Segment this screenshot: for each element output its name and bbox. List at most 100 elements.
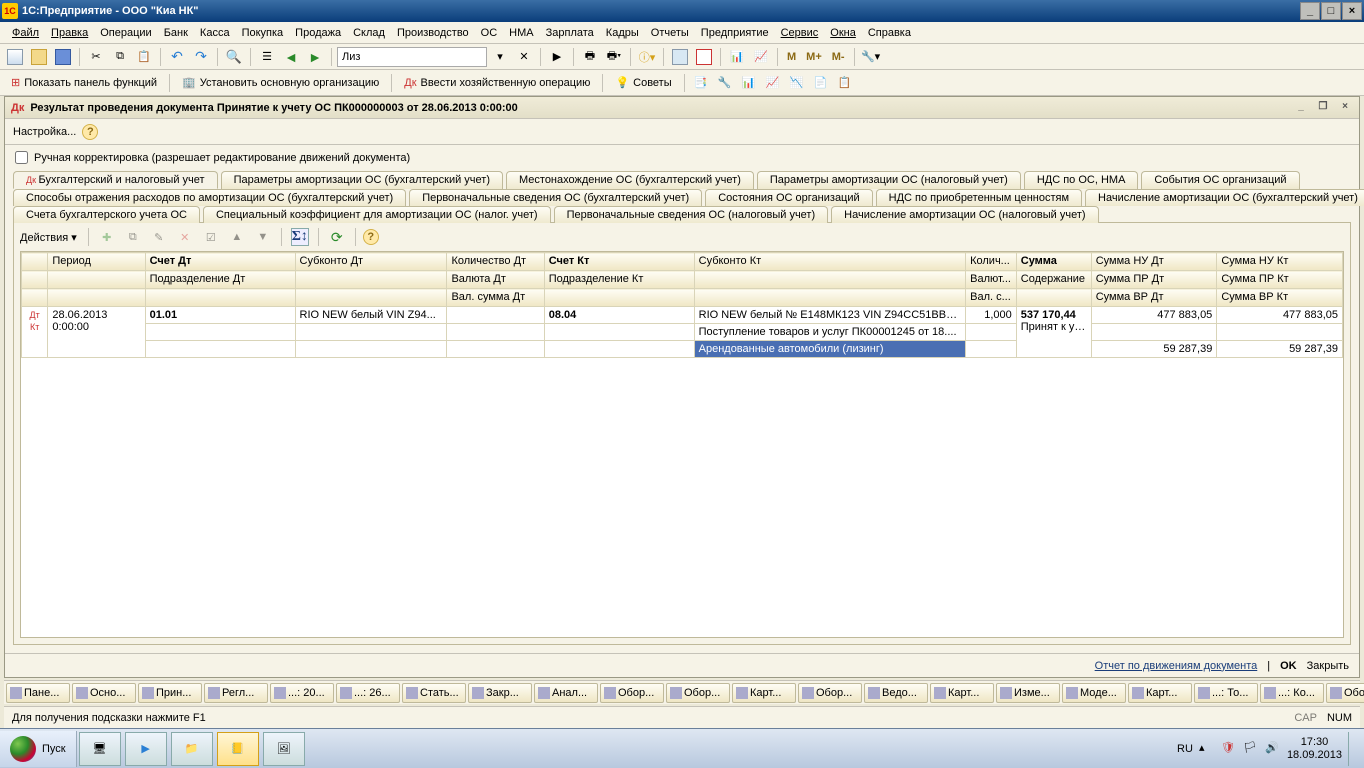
go-button[interactable]: ▶ <box>546 46 568 68</box>
wintab[interactable]: Обор... <box>666 683 730 703</box>
list-button[interactable]: ☰ <box>256 46 278 68</box>
info-button[interactable]: ⓘ▾ <box>636 46 658 68</box>
manual-edit-checkbox[interactable] <box>15 151 28 164</box>
extra-1-button[interactable]: 📑 <box>690 72 712 94</box>
wintab[interactable]: Регл... <box>204 683 268 703</box>
lang-indicator[interactable]: RU <box>1177 743 1193 755</box>
tray-up-icon[interactable]: ▴ <box>1199 741 1215 757</box>
tab-amort-calc-bu[interactable]: Начисление амортизации ОС (бухгалтерский… <box>1085 189 1364 206</box>
edit-row-button[interactable]: ✎ <box>148 226 170 248</box>
menu-edit[interactable]: Правка <box>45 25 94 41</box>
menu-bank[interactable]: Банк <box>158 25 194 41</box>
menu-windows[interactable]: Окна <box>824 25 862 41</box>
col-currency-kt[interactable]: Валют... <box>966 271 1017 289</box>
move-down-button[interactable]: ▼ <box>252 226 274 248</box>
show-panel-button[interactable]: ⊞Показать панель функций <box>4 72 164 94</box>
set-org-button[interactable]: 🏢Установить основную организацию <box>175 72 386 94</box>
col-acct-kt[interactable]: Счет Кт <box>544 253 694 271</box>
show-desktop-button[interactable] <box>1348 732 1356 766</box>
tips-button[interactable]: 💡Советы <box>608 72 678 94</box>
col-valsum-kt[interactable]: Вал. с... <box>966 289 1017 307</box>
menu-nma[interactable]: НМА <box>503 25 539 41</box>
settings-link[interactable]: Настройка... <box>13 126 76 138</box>
col-div-kt[interactable]: Подразделение Кт <box>544 271 694 289</box>
nav-back-button[interactable]: ◄ <box>280 46 302 68</box>
doc-minimize-button[interactable]: _ <box>1293 101 1309 115</box>
os-task-1c-active[interactable]: 📒 <box>217 732 259 766</box>
find-button[interactable]: 🔍 <box>223 46 245 68</box>
wintab[interactable]: Осно... <box>72 683 136 703</box>
help-icon[interactable]: ? <box>82 124 98 140</box>
menu-cash[interactable]: Касса <box>194 25 236 41</box>
new-doc-button[interactable] <box>4 46 26 68</box>
close-button[interactable]: × <box>1342 2 1362 20</box>
doc-close-button[interactable]: × <box>1337 101 1353 115</box>
move-up-button[interactable]: ▲ <box>226 226 248 248</box>
extra-7-button[interactable]: 📋 <box>834 72 856 94</box>
menu-service[interactable]: Сервис <box>775 25 825 41</box>
tab-expense-methods[interactable]: Способы отражения расходов по амортизаци… <box>13 189 406 206</box>
refresh-button[interactable]: ⟳ <box>326 226 348 248</box>
tab-accounting[interactable]: Дк Бухгалтерский и налоговый учет <box>13 171 218 189</box>
open-button[interactable] <box>28 46 50 68</box>
search-input[interactable] <box>337 47 487 67</box>
wintab[interactable]: Анал... <box>534 683 598 703</box>
search-clear-button[interactable]: ✕ <box>513 46 535 68</box>
wintab[interactable]: Обор... <box>600 683 664 703</box>
tab-initial-nu[interactable]: Первоначальные сведения ОС (налоговый уч… <box>554 206 829 223</box>
copy-button[interactable]: ⧉ <box>109 46 131 68</box>
tool-b-button[interactable]: 📈 <box>750 46 772 68</box>
col-pr-kt[interactable]: Сумма ПР Кт <box>1217 271 1343 289</box>
table-row[interactable]: Поступление товаров и услуг ПК00001245 о… <box>22 324 1343 341</box>
maximize-button[interactable]: □ <box>1321 2 1341 20</box>
tab-amort-params-bu[interactable]: Параметры амортизации ОС (бухгалтерский … <box>221 171 503 189</box>
wintab[interactable]: Прин... <box>138 683 202 703</box>
wrench-button[interactable]: 🔧▾ <box>860 46 882 68</box>
save-button[interactable] <box>52 46 74 68</box>
paste-button[interactable]: 📋 <box>133 46 155 68</box>
wintab[interactable]: Обор... <box>798 683 862 703</box>
os-task-powershell[interactable]: ▶ <box>125 732 167 766</box>
wintab[interactable]: ...: Ко... <box>1260 683 1324 703</box>
menu-file[interactable]: Файл <box>6 25 45 41</box>
print-preview-button[interactable]: 🖶▾ <box>603 46 625 68</box>
add-row-button[interactable]: ✚ <box>96 226 118 248</box>
tray-shield-icon[interactable]: 🛡 <box>1221 741 1237 757</box>
tool-a-button[interactable]: 📊 <box>726 46 748 68</box>
undo-button[interactable]: ↶ <box>166 46 188 68</box>
start-button[interactable]: Пуск <box>0 731 77 767</box>
cut-button[interactable]: ✂ <box>85 46 107 68</box>
col-sub-kt[interactable]: Субконто Кт <box>694 253 965 271</box>
mark-button[interactable]: ☑ <box>200 226 222 248</box>
tab-states[interactable]: Состояния ОС организаций <box>705 189 872 206</box>
menu-reports[interactable]: Отчеты <box>645 25 695 41</box>
menu-enterprise[interactable]: Предприятие <box>695 25 775 41</box>
wintab[interactable]: ...: То... <box>1194 683 1258 703</box>
calc-button[interactable] <box>669 46 691 68</box>
extra-6-button[interactable]: 📄 <box>810 72 832 94</box>
wintab[interactable]: Моде... <box>1062 683 1126 703</box>
wintab[interactable]: Карт... <box>1128 683 1192 703</box>
close-doc-button[interactable]: Закрыть <box>1307 660 1349 672</box>
wintab[interactable]: Изме... <box>996 683 1060 703</box>
col-period[interactable]: Период <box>48 253 145 271</box>
sigma-button[interactable]: Σ↕ <box>289 226 311 248</box>
col-valsum-dt[interactable]: Вал. сумма Дт <box>447 289 544 307</box>
os-task-explorer[interactable]: 📁 <box>171 732 213 766</box>
m-minus-button[interactable]: M- <box>828 51 849 63</box>
col-content[interactable]: Содержание <box>1016 271 1091 289</box>
col-qty-kt[interactable]: Колич... <box>966 253 1017 271</box>
wintab[interactable]: ...: 26... <box>336 683 400 703</box>
search-dropdown-button[interactable]: ▾ <box>489 46 511 68</box>
m-button[interactable]: M <box>783 51 800 63</box>
table-row[interactable]: Арендованные автомобили (лизинг) 59 287,… <box>22 341 1343 358</box>
extra-3-button[interactable]: 📊 <box>738 72 760 94</box>
menu-production[interactable]: Производство <box>391 25 475 41</box>
wintab[interactable]: Карт... <box>930 683 994 703</box>
wintab[interactable]: Стать... <box>402 683 466 703</box>
os-task-other[interactable]: 🖼 <box>263 732 305 766</box>
col-vr-dt[interactable]: Сумма ВР Дт <box>1091 289 1217 307</box>
col-div-dt[interactable]: Подразделение Дт <box>145 271 295 289</box>
col-sub-dt[interactable]: Субконто Дт <box>295 253 447 271</box>
menu-hr[interactable]: Кадры <box>600 25 645 41</box>
